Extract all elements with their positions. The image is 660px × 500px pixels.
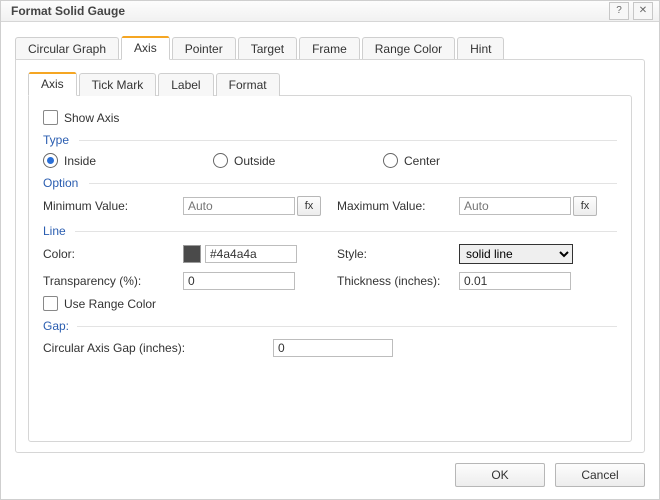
style-label: Style: [329,247,459,261]
dialog-content: Circular Graph Axis Pointer Target Frame… [1,22,659,499]
tab-axis[interactable]: Axis [121,36,170,60]
show-axis-checkbox[interactable] [43,110,58,125]
use-range-color-checkbox[interactable] [43,296,58,311]
gap-row: Circular Axis Gap (inches): [43,339,617,357]
dialog-format-solid-gauge: Format Solid Gauge ? ✕ Circular Graph Ax… [0,0,660,500]
radio-inside-wrap[interactable]: Inside [43,153,213,168]
type-options: Inside Outside Center [43,153,617,168]
style-select[interactable]: solid line [459,244,573,264]
gap-legend: Gap: [43,319,617,333]
max-value-label: Maximum Value: [329,199,459,213]
tab-target[interactable]: Target [238,37,297,60]
radio-inside[interactable] [43,153,58,168]
transparency-label: Transparency (%): [43,274,183,288]
gap-label: Circular Axis Gap (inches): [43,341,273,355]
close-icon[interactable]: ✕ [633,2,653,20]
option-legend: Option [43,176,617,190]
thickness-wrap [459,272,605,290]
radio-center[interactable] [383,153,398,168]
radio-outside[interactable] [213,153,228,168]
transparency-wrap [183,272,329,290]
option-grid: Minimum Value: fx Maximum Value: fx [43,196,617,216]
help-icon[interactable]: ? [609,2,629,20]
thickness-input[interactable] [459,272,571,290]
subtab-format[interactable]: Format [216,73,280,96]
titlebar: Format Solid Gauge ? ✕ [1,1,659,22]
radio-center-label: Center [404,154,440,168]
color-value-wrap [183,245,329,263]
color-swatch[interactable] [183,245,201,263]
line-grid: Color: Style: solid line Transparency (%… [43,244,617,290]
color-label: Color: [43,247,183,261]
subtab-tick-mark[interactable]: Tick Mark [79,73,157,96]
inner-tabrow: Axis Tick Mark Label Format [28,72,632,96]
min-value-fx-button[interactable]: fx [297,196,321,216]
radio-center-wrap[interactable]: Center [383,153,440,168]
min-value-input[interactable] [183,197,295,215]
subtab-axis[interactable]: Axis [28,72,77,96]
thickness-label: Thickness (inches): [329,274,459,288]
min-value-wrap: fx [183,196,329,216]
use-range-color-row: Use Range Color [43,296,617,311]
outer-tabrow: Circular Graph Axis Pointer Target Frame… [15,36,645,60]
line-legend: Line [43,224,617,238]
tab-hint[interactable]: Hint [457,37,504,60]
min-value-label: Minimum Value: [43,199,183,213]
type-legend: Type [43,133,617,147]
tab-pointer[interactable]: Pointer [172,37,236,60]
tab-frame[interactable]: Frame [299,37,360,60]
max-value-wrap: fx [459,196,605,216]
show-axis-row: Show Axis [43,110,617,125]
transparency-input[interactable] [183,272,295,290]
show-axis-label: Show Axis [64,111,119,125]
max-value-input[interactable] [459,197,571,215]
max-value-fx-button[interactable]: fx [573,196,597,216]
use-range-color-label: Use Range Color [64,297,156,311]
dialog-footer: OK Cancel [15,453,645,487]
radio-outside-wrap[interactable]: Outside [213,153,383,168]
style-wrap: solid line [459,244,605,264]
tab-circular-graph[interactable]: Circular Graph [15,37,119,60]
outer-panel: Axis Tick Mark Label Format Show Axis Ty… [15,59,645,453]
cancel-button[interactable]: Cancel [555,463,645,487]
tab-range-color[interactable]: Range Color [362,37,455,60]
dialog-title: Format Solid Gauge [11,4,605,18]
radio-inside-label: Inside [64,154,96,168]
gap-input[interactable] [273,339,393,357]
radio-outside-label: Outside [234,154,275,168]
ok-button[interactable]: OK [455,463,545,487]
subtab-label[interactable]: Label [158,73,213,96]
color-code-input[interactable] [205,245,297,263]
axis-settings-panel: Show Axis Type Inside Outside Cent [28,95,632,442]
